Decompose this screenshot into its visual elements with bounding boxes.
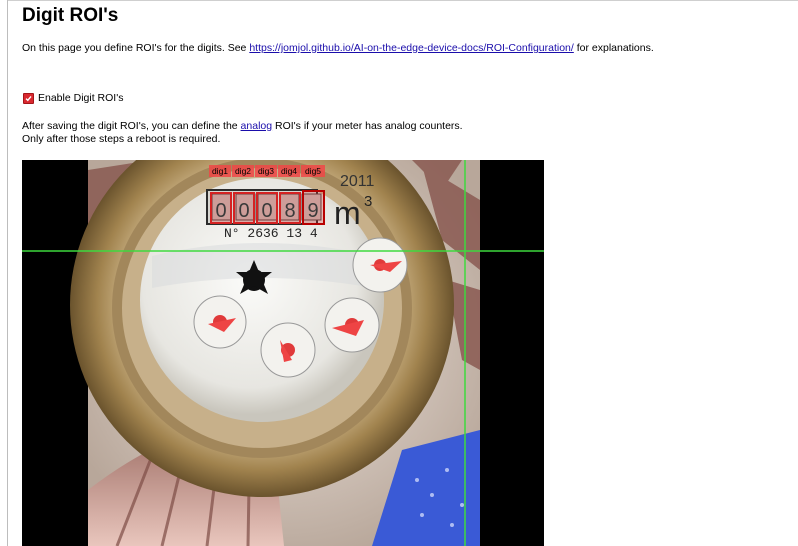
intro-paragraph: On this page you define ROI's for the di…: [22, 42, 762, 55]
meter-unit-sup: 3: [364, 193, 372, 210]
frame-border-left: [7, 0, 8, 546]
page-title: Digit ROI's: [22, 5, 119, 26]
roi-label-dig3: dig3: [255, 165, 277, 177]
info-line-1: After saving the digit ROI's, you can de…: [22, 120, 463, 133]
analog-link[interactable]: analog: [241, 120, 273, 132]
meter-serial-text: N° 2636 13 4: [224, 226, 318, 241]
roi-canvas[interactable]: 2011 m 3 N° 2636 13 4 dig1 dig2 dig3 dig…: [22, 160, 544, 546]
meter-unit-text: m: [334, 195, 361, 231]
roi-label-dig1: dig1: [209, 165, 231, 177]
analog-dial-top-right: [352, 237, 408, 293]
docs-link[interactable]: https://jomjol.github.io/AI-on-the-edge-…: [249, 42, 574, 54]
analog-dial-bottom: [260, 322, 316, 378]
enable-digit-roi-label: Enable Digit ROI's: [38, 92, 124, 104]
info-text-after: ROI's if your meter has analog counters.: [272, 120, 463, 132]
roi-box-dig4[interactable]: [279, 192, 301, 224]
roi-box-dig3[interactable]: [256, 192, 278, 224]
info-text-before: After saving the digit ROI's, you can de…: [22, 120, 241, 132]
frame-border-top: [7, 0, 798, 1]
checkbox-checked-icon[interactable]: [23, 92, 34, 104]
roi-label-dig2: dig2: [232, 165, 254, 177]
intro-text-before: On this page you define ROI's for the di…: [22, 42, 250, 54]
roi-box-dig1[interactable]: [210, 192, 232, 224]
enable-digit-roi-checkbox[interactable]: Enable Digit ROI's: [23, 92, 123, 104]
meter-year-text: 2011: [340, 173, 375, 190]
intro-text-after: for explanations.: [573, 42, 654, 54]
roi-label-dig5: dig5: [301, 165, 325, 177]
roi-box-dig5[interactable]: [302, 190, 325, 225]
roi-label-dig4: dig4: [278, 165, 300, 177]
analog-dial-left: [193, 295, 247, 349]
info-line-2: Only after those steps a reboot is requi…: [22, 133, 221, 145]
roi-box-dig2[interactable]: [233, 192, 255, 224]
analog-dial-right: [324, 297, 380, 353]
